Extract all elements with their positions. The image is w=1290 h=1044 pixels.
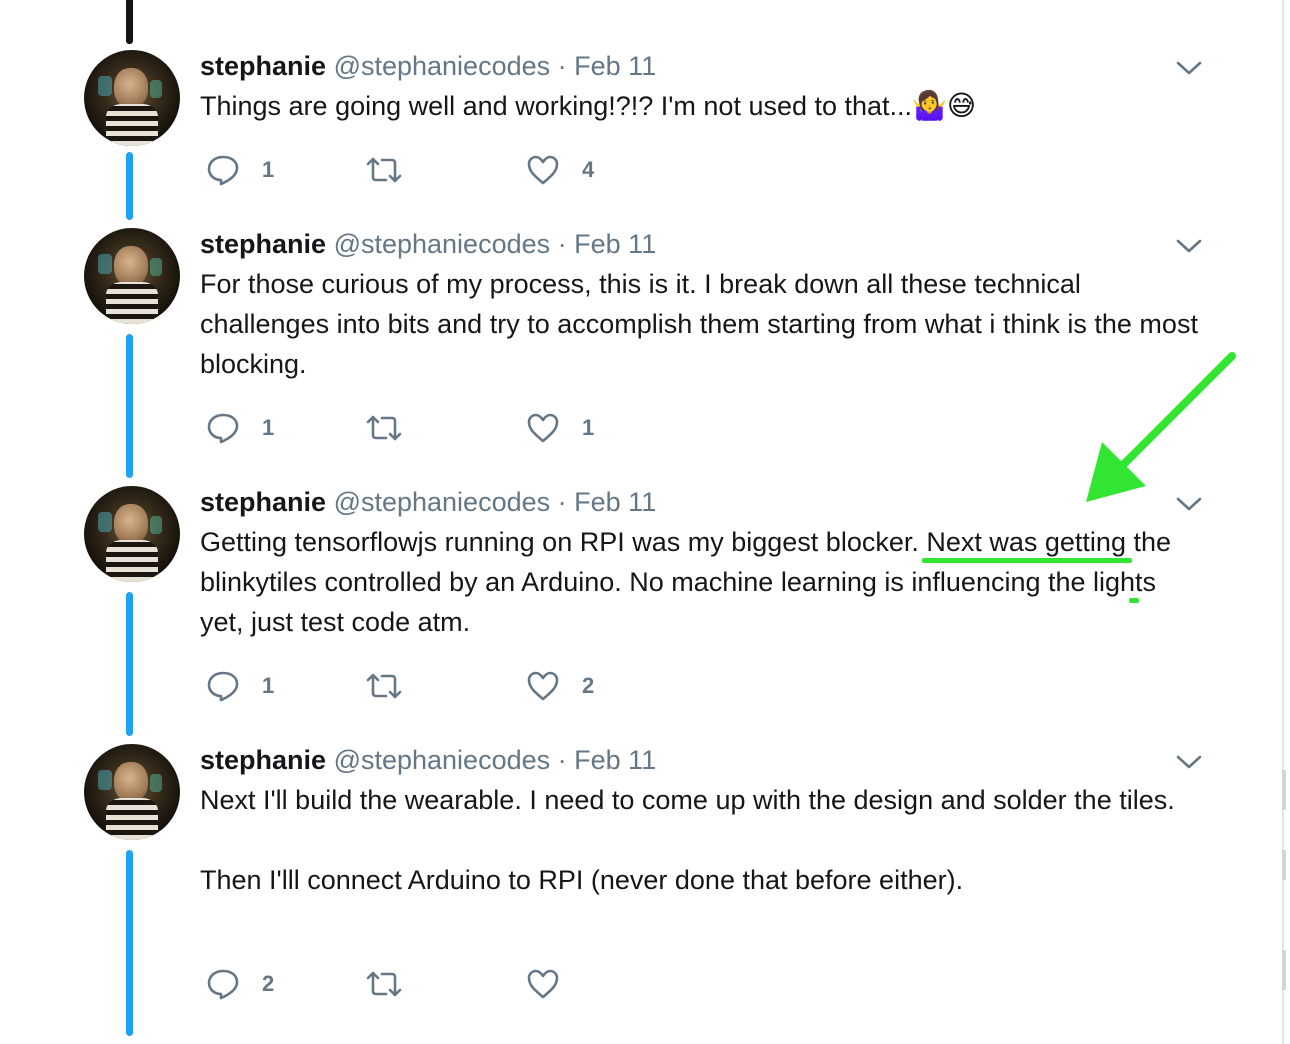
- heart-icon: [527, 413, 559, 443]
- avatar[interactable]: [84, 50, 180, 146]
- like-count: 4: [582, 157, 595, 182]
- highlighted-text: Next was getting: [926, 527, 1126, 557]
- separator-dot: ·: [557, 745, 567, 775]
- tweet-actions: 1 1: [200, 408, 800, 448]
- tweet[interactable]: stephanie @stephaniecodes · Feb 11 Thing…: [200, 50, 1210, 126]
- display-name[interactable]: stephanie: [200, 487, 326, 517]
- reply-button[interactable]: 1: [206, 408, 274, 448]
- retweet-button[interactable]: [364, 408, 426, 448]
- heart-icon: [527, 969, 559, 999]
- thread-connector: [126, 334, 133, 478]
- separator-dot: ·: [557, 487, 567, 517]
- green-arrow-icon: [1086, 352, 1236, 502]
- like-button[interactable]: 2: [526, 666, 594, 706]
- tweet-text: For those curious of my process, this is…: [200, 269, 1198, 379]
- thread-connector: [126, 592, 133, 736]
- user-handle[interactable]: @stephaniecodes: [334, 487, 551, 517]
- heart-icon: [527, 155, 559, 185]
- tweet-date[interactable]: Feb 11: [574, 487, 656, 517]
- tweet[interactable]: stephanie @stephaniecodes · Feb 11 Next …: [200, 744, 1210, 900]
- separator-dot: ·: [557, 51, 567, 81]
- display-name[interactable]: stephanie: [200, 51, 326, 81]
- tweet-date[interactable]: Feb 11: [574, 745, 656, 775]
- tweet-header: stephanie @stephaniecodes · Feb 11: [200, 486, 1210, 518]
- retweet-button[interactable]: [364, 666, 426, 706]
- chevron-down-icon[interactable]: [1176, 238, 1202, 254]
- display-name[interactable]: stephanie: [200, 229, 326, 259]
- avatar[interactable]: [84, 744, 180, 840]
- retweet-button[interactable]: [364, 150, 426, 190]
- like-count: 2: [582, 673, 595, 698]
- retweet-icon: [366, 673, 402, 699]
- reply-icon: [207, 413, 239, 444]
- tweet-actions: 1 4: [200, 150, 800, 190]
- like-button[interactable]: 4: [526, 150, 594, 190]
- retweet-icon: [366, 415, 402, 441]
- like-button[interactable]: 1: [526, 408, 594, 448]
- like-count: 1: [582, 415, 595, 440]
- heart-icon: [527, 671, 559, 701]
- tweet-header: stephanie @stephaniecodes · Feb 11: [200, 50, 1210, 82]
- tweet-text: Getting tensorflowjs running on RPI was …: [200, 522, 1190, 642]
- reply-icon: [207, 155, 239, 186]
- emoji-group: 🤷‍♀️😅: [912, 90, 977, 121]
- avatar[interactable]: [84, 228, 180, 324]
- tweet-text: Next I'll build the wearable. I need to …: [200, 785, 1175, 895]
- thread-connector: [126, 152, 133, 220]
- tweet-actions: 1 2: [200, 666, 800, 706]
- tweet-actions: 2: [200, 964, 800, 1004]
- avatar[interactable]: [84, 486, 180, 582]
- reply-count: 1: [262, 673, 275, 698]
- reply-icon: [207, 969, 239, 1000]
- user-handle[interactable]: @stephaniecodes: [334, 51, 551, 81]
- reply-icon: [207, 671, 239, 702]
- reply-count: 1: [262, 415, 275, 440]
- reply-count: 1: [262, 157, 275, 182]
- retweet-icon: [366, 971, 402, 997]
- user-handle[interactable]: @stephaniecodes: [334, 229, 551, 259]
- tweet[interactable]: stephanie @stephaniecodes · Feb 11 For t…: [200, 228, 1210, 384]
- retweet-button[interactable]: [364, 964, 426, 1004]
- tweet[interactable]: stephanie @stephaniecodes · Feb 11 Getti…: [200, 486, 1210, 642]
- chevron-down-icon[interactable]: [1176, 754, 1202, 770]
- tweet-text: Things are going well and working!?!? I'…: [200, 86, 1210, 126]
- chevron-down-icon[interactable]: [1176, 60, 1202, 76]
- reply-button[interactable]: 2: [206, 964, 274, 1004]
- retweet-icon: [366, 157, 402, 183]
- tweet-text-content: Things are going well and working!?!? I'…: [200, 91, 913, 121]
- user-handle[interactable]: @stephaniecodes: [334, 745, 551, 775]
- reply-button[interactable]: 1: [206, 666, 274, 706]
- like-button[interactable]: [526, 964, 582, 1004]
- reply-button[interactable]: 1: [206, 150, 274, 190]
- scroll-edge: [1282, 0, 1290, 1044]
- tweet-date[interactable]: Feb 11: [574, 51, 656, 81]
- tweet-date[interactable]: Feb 11: [574, 229, 656, 259]
- display-name[interactable]: stephanie: [200, 745, 326, 775]
- tweet-header: stephanie @stephaniecodes · Feb 11: [200, 744, 1210, 776]
- separator-dot: ·: [557, 229, 567, 259]
- tweet-header: stephanie @stephaniecodes · Feb 11: [200, 228, 1210, 260]
- thread-connector-top: [126, 0, 133, 44]
- tweet-text-part: Getting tensorflowjs running on RPI was …: [200, 527, 927, 557]
- reply-count: 2: [262, 971, 275, 996]
- thread-connector: [126, 850, 133, 1036]
